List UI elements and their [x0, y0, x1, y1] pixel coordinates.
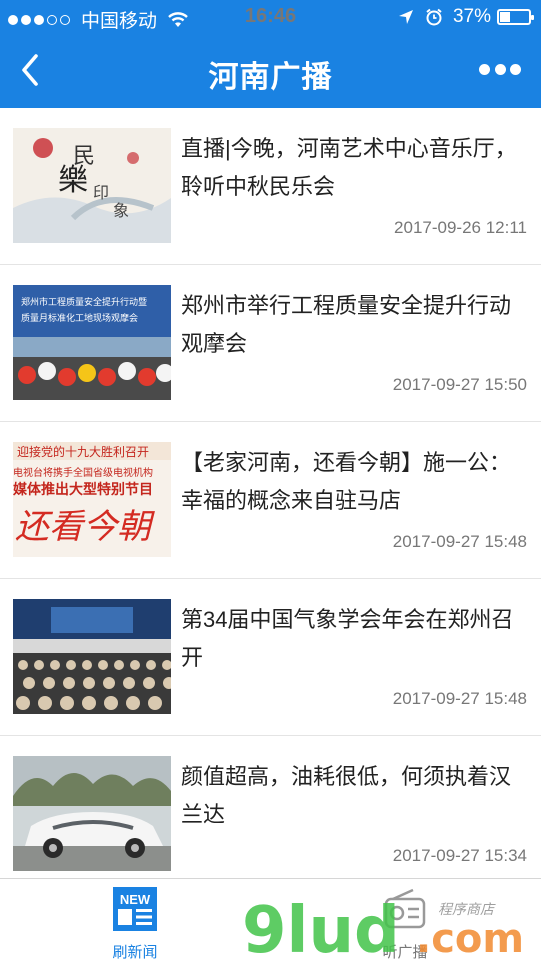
- news-time: 2017-09-27 15:50: [392, 375, 527, 394]
- news-thumbnail: [13, 756, 171, 871]
- svg-text:媒体推出大型特别节目: 媒体推出大型特别节目: [13, 481, 153, 497]
- svg-text:质量月标准化工地现场观摩会: 质量月标准化工地现场观摩会: [21, 312, 138, 323]
- svg-text:郑州市工程质量安全提升行动暨: 郑州市工程质量安全提升行动暨: [21, 296, 147, 307]
- tab-news-label: 刷新闻: [112, 944, 158, 960]
- news-thumbnail: 迎接党的十九大胜利召开 电视台将携手全国省级电视机构 媒体推出大型特别节目 还看…: [13, 442, 171, 557]
- news-time: 2017-09-27 15:48: [392, 689, 527, 708]
- news-title: 第34届中国气象学会年会在郑州召开: [181, 607, 514, 670]
- battery-icon: [497, 9, 534, 25]
- location-arrow-icon: [398, 10, 413, 24]
- svg-text:电视台将携手全国省级电视机构: 电视台将携手全国省级电视机构: [13, 466, 153, 479]
- tab-radio[interactable]: 听广播: [270, 879, 540, 960]
- svg-text:迎接党的十九大胜利召开: 迎接党的十九大胜利召开: [17, 444, 149, 459]
- news-time: 2017-09-26 12:11: [394, 218, 527, 237]
- news-thumbnail: [13, 599, 171, 714]
- news-item[interactable]: 颜值超高，油耗很低，何须执着汉兰达 2017-09-27 15:34: [0, 736, 541, 893]
- news-icon: NEW: [113, 887, 157, 931]
- svg-text:NEW: NEW: [120, 892, 151, 907]
- app-header: 中国移动 16:46 37% 河南广播: [0, 0, 541, 108]
- battery-percent: 37%: [452, 6, 491, 27]
- svg-text:还看今朝: 还看今朝: [15, 507, 155, 547]
- news-time: 2017-09-27 15:48: [392, 532, 527, 551]
- tab-radio-label: 听广播: [382, 944, 428, 960]
- news-title: 郑州市举行工程质量安全提升行动观摩会: [181, 293, 512, 356]
- status-right: 37%: [397, 6, 534, 28]
- svg-text:象: 象: [113, 201, 129, 220]
- news-thumbnail: 民 樂 印 象: [13, 128, 171, 243]
- nav-bar: 河南广播: [0, 36, 541, 108]
- news-title: 【老家河南，还看今朝】施一公：幸福的概念来自驻马店: [181, 450, 512, 513]
- tab-news[interactable]: NEW 刷新闻: [0, 879, 270, 960]
- page-title: 河南广播: [208, 61, 333, 94]
- svg-text:印: 印: [93, 183, 109, 202]
- alarm-clock-icon: [426, 8, 442, 26]
- news-thumbnail: 郑州市工程质量安全提升行动暨 质量月标准化工地现场观摩会: [13, 285, 171, 400]
- news-time: 2017-09-27 15:34: [392, 846, 527, 865]
- svg-text:樂: 樂: [58, 163, 88, 198]
- radio-icon: [384, 888, 426, 929]
- more-dots-icon[interactable]: [479, 64, 521, 78]
- news-item[interactable]: 民 樂 印 象 直播|今晚，河南艺术中心音乐厅，聆听中秋民乐会 2017-09-…: [0, 108, 541, 265]
- status-bar: 中国移动 16:46 37%: [0, 0, 541, 36]
- news-item[interactable]: 郑州市工程质量安全提升行动暨 质量月标准化工地现场观摩会 郑州市举行工程质量安全…: [0, 265, 541, 422]
- news-item[interactable]: 第34届中国气象学会年会在郑州召开 2017-09-27 15:48: [0, 579, 541, 736]
- bottom-tab-bar: NEW 刷新闻 听广播: [0, 878, 541, 960]
- news-title: 颜值超高，油耗很低，何须执着汉兰达: [181, 764, 512, 827]
- news-title: 直播|今晚，河南艺术中心音乐厅，聆听中秋民乐会: [181, 136, 517, 199]
- news-item[interactable]: 迎接党的十九大胜利召开 电视台将携手全国省级电视机构 媒体推出大型特别节目 还看…: [0, 422, 541, 579]
- news-list: 民 樂 印 象 直播|今晚，河南艺术中心音乐厅，聆听中秋民乐会 2017-09-…: [0, 108, 541, 893]
